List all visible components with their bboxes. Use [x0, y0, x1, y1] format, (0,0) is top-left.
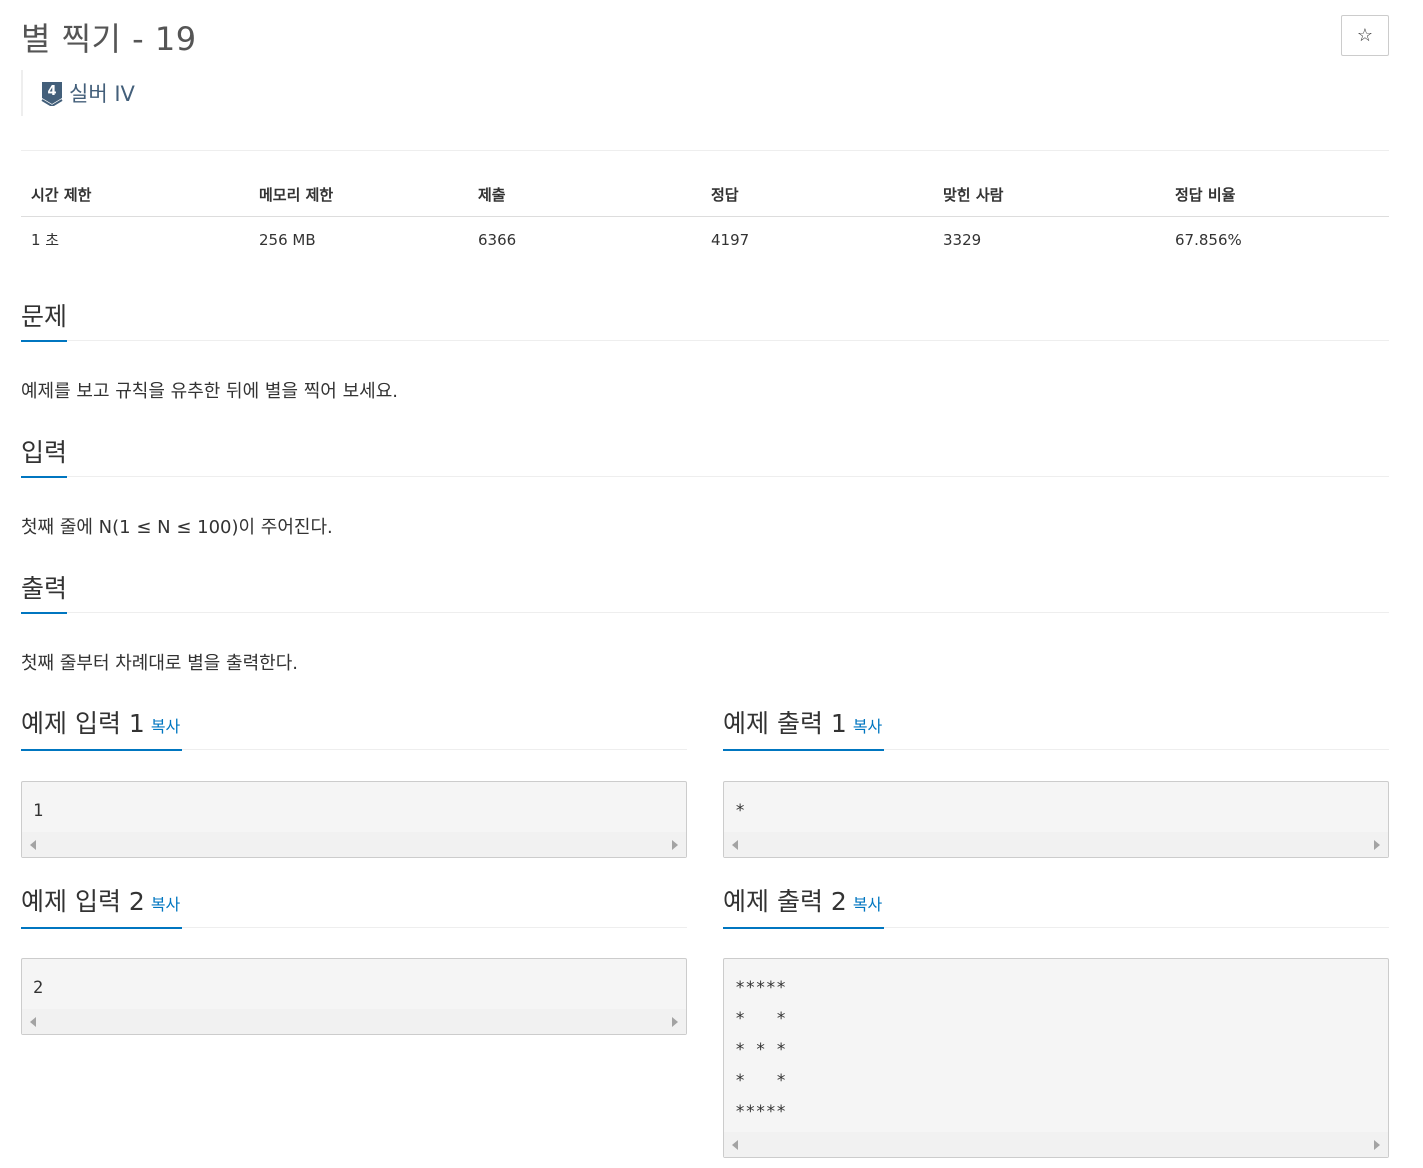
- problem-info-table: 시간 제한 메모리 제한 제출 정답 맞힌 사람 정답 비율 1 초 256 M…: [21, 174, 1389, 262]
- tier-badge-icon: 4: [41, 81, 63, 106]
- sample-output-2-header: 예제 출력 2 복사: [723, 882, 1389, 929]
- copy-sample-input-1-link[interactable]: 복사: [151, 717, 180, 736]
- scroll-left-icon[interactable]: [732, 839, 738, 850]
- sample-input-2-content: 2: [33, 978, 44, 998]
- sample-input-1-content: 1: [33, 801, 44, 821]
- scroll-left-icon[interactable]: [30, 1016, 36, 1027]
- sample-input-2-box[interactable]: 2: [21, 958, 687, 1035]
- horizontal-scrollbar[interactable]: [22, 1009, 686, 1034]
- info-value-row: 1 초 256 MB 6366 4197 3329 67.856%: [21, 217, 1389, 263]
- scroll-left-icon[interactable]: [30, 839, 36, 850]
- input-section-title: 입력: [21, 436, 68, 478]
- value-time-limit: 1 초: [31, 231, 60, 249]
- info-header-row: 시간 제한 메모리 제한 제출 정답 맞힌 사람 정답 비율: [21, 174, 1389, 217]
- header-time-limit: 시간 제한: [21, 174, 249, 217]
- copy-sample-output-1-link[interactable]: 복사: [853, 717, 882, 736]
- problem-section-header: 문제: [21, 299, 1389, 342]
- horizontal-scrollbar[interactable]: [22, 832, 686, 857]
- sample-input-1-box[interactable]: 1: [21, 781, 687, 858]
- copy-sample-input-2-link[interactable]: 복사: [151, 895, 180, 914]
- header-solvers: 맞힌 사람: [933, 174, 1165, 217]
- input-section-header: 입력: [21, 435, 1389, 478]
- header-accepted: 정답: [701, 174, 933, 217]
- sample-input-2-header: 예제 입력 2 복사: [21, 882, 687, 929]
- problem-description: 예제를 보고 규칙을 유추한 뒤에 별을 찍어 보세요.: [21, 381, 398, 402]
- header-memory-limit: 메모리 제한: [249, 174, 468, 217]
- sample-output-1-title: 예제 출력 1: [723, 709, 847, 738]
- header-accept-rate: 정답 비율: [1165, 174, 1389, 217]
- copy-sample-output-2-link[interactable]: 복사: [853, 895, 882, 914]
- input-description: 첫째 줄에 N(1 ≤ N ≤ 100)이 주어진다.: [21, 517, 333, 538]
- value-accept-rate: 67.856%: [1175, 230, 1242, 249]
- output-section-title: 출력: [21, 572, 68, 614]
- problem-title: 별 찍기 - 19: [21, 20, 197, 58]
- sample-output-1-box[interactable]: *: [723, 781, 1389, 858]
- output-section-header: 출력: [21, 571, 1389, 614]
- favorite-star-button[interactable]: ☆: [1341, 15, 1389, 56]
- value-memory-limit: 256 MB: [259, 230, 316, 249]
- scroll-right-icon[interactable]: [1374, 839, 1380, 850]
- tier-label[interactable]: 4 실버 IV: [21, 70, 135, 116]
- sample-input-1-header: 예제 입력 1 복사: [21, 704, 687, 751]
- value-solvers[interactable]: 3329: [933, 217, 1165, 263]
- sample-input-1-title: 예제 입력 1: [21, 709, 145, 738]
- sample-output-2-box[interactable]: ***** * * * * * * * *****: [723, 958, 1389, 1158]
- problem-section-title: 문제: [21, 300, 68, 342]
- sample-output-1-content: *: [735, 801, 746, 821]
- sample-output-2-content: ***** * * * * * * * *****: [735, 978, 787, 1122]
- divider: [21, 150, 1389, 151]
- value-accepted[interactable]: 4197: [701, 217, 933, 263]
- tier-level: 4: [47, 84, 56, 99]
- scroll-left-icon[interactable]: [732, 1139, 738, 1150]
- scroll-right-icon[interactable]: [1374, 1139, 1380, 1150]
- horizontal-scrollbar[interactable]: [724, 832, 1388, 857]
- header-submissions: 제출: [468, 174, 701, 217]
- tier-text: 실버 IV: [69, 82, 135, 106]
- horizontal-scrollbar[interactable]: [724, 1132, 1388, 1157]
- scroll-right-icon[interactable]: [672, 839, 678, 850]
- value-submissions[interactable]: 6366: [468, 217, 701, 263]
- sample-input-2-title: 예제 입력 2: [21, 887, 145, 916]
- output-description: 첫째 줄부터 차례대로 별을 출력한다.: [21, 653, 299, 674]
- scroll-right-icon[interactable]: [672, 1016, 678, 1027]
- sample-output-1-header: 예제 출력 1 복사: [723, 704, 1389, 751]
- star-icon: ☆: [1356, 25, 1374, 45]
- sample-output-2-title: 예제 출력 2: [723, 887, 847, 916]
